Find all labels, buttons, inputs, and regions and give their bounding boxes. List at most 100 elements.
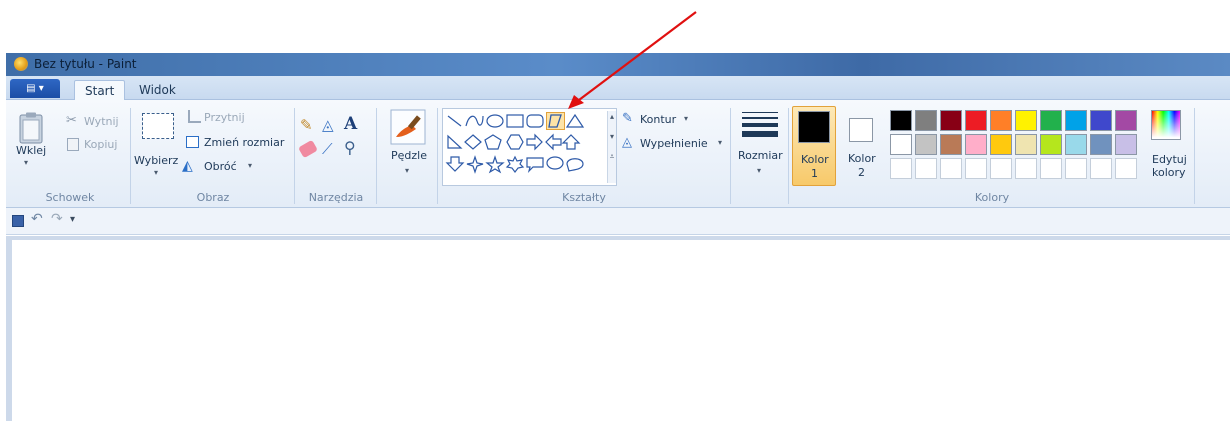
save-icon[interactable] — [12, 215, 24, 227]
color-swatch[interactable] — [1115, 110, 1137, 131]
color-swatch[interactable] — [990, 134, 1012, 155]
color-swatch[interactable] — [940, 110, 962, 131]
diamond-shape-icon — [464, 134, 482, 150]
color-swatch[interactable] — [1015, 134, 1037, 155]
rotate-dropdown-icon[interactable]: ▾ — [248, 161, 252, 170]
tab-start[interactable]: Start — [74, 80, 126, 101]
ribbon-tab-row: ▤ ▾ Start Widok — [6, 76, 1230, 101]
custom-color-slot[interactable] — [1115, 158, 1137, 179]
magnifier-icon[interactable]: ⚲ — [344, 138, 356, 157]
fill-button[interactable]: ◬ Wypełnienie ▾ — [622, 135, 732, 154]
rotate-button[interactable]: ◭ Obróć ▾ — [182, 158, 272, 176]
tab-widok[interactable]: Widok — [129, 80, 186, 101]
eraser-icon[interactable] — [298, 139, 318, 159]
polygon-shape-button-selected[interactable] — [546, 112, 565, 130]
group-separator — [730, 108, 731, 204]
size-dropdown-icon[interactable]: ▾ — [757, 166, 761, 175]
pentagon-shape-icon — [484, 134, 502, 150]
gallery-scroll-down-icon[interactable]: ▾ — [608, 131, 616, 143]
select-rectangle-icon — [142, 113, 174, 139]
custom-color-slot[interactable] — [1015, 158, 1037, 179]
copy-button[interactable]: Kopiuj — [66, 137, 126, 155]
color-swatch[interactable] — [990, 110, 1012, 131]
fill-dropdown-icon[interactable]: ▾ — [718, 138, 722, 147]
canvas-workspace — [6, 236, 1230, 421]
outline-button[interactable]: ✎ Kontur ▾ — [622, 111, 722, 130]
custom-color-slot[interactable] — [1040, 158, 1062, 179]
gallery-expand-icon[interactable]: ⩡ — [608, 151, 616, 163]
color-swatch[interactable] — [1065, 110, 1087, 131]
group-separator — [376, 108, 377, 204]
shapes-gallery-icons — [445, 113, 585, 174]
paste-button[interactable]: Wklej ▾ — [10, 106, 48, 176]
drawing-canvas[interactable] — [12, 240, 1230, 421]
color1-button[interactable]: Kolor 1 — [792, 106, 836, 186]
custom-color-slot[interactable] — [915, 158, 937, 179]
color-swatch[interactable] — [1015, 110, 1037, 131]
color-swatch[interactable] — [1065, 134, 1087, 155]
paste-dropdown-icon[interactable]: ▾ — [24, 158, 28, 167]
up-arrow-shape-icon — [561, 134, 581, 150]
resize-button[interactable]: Zmień rozmiar — [186, 135, 294, 153]
fill-bucket-icon[interactable]: ◬ — [322, 116, 334, 134]
oval-shape-icon — [486, 114, 504, 128]
color-swatch[interactable] — [1040, 110, 1062, 131]
color2-button[interactable]: Kolor 2 — [840, 106, 884, 186]
rotate-icon: ◭ — [182, 158, 193, 174]
select-dropdown-icon[interactable]: ▾ — [154, 168, 158, 177]
color-swatch[interactable] — [965, 110, 987, 131]
size-label: Rozmiar — [738, 149, 783, 162]
text-tool-icon[interactable]: A — [344, 114, 357, 134]
group-separator — [130, 108, 131, 204]
color-swatch[interactable] — [915, 134, 937, 155]
size-button[interactable]: Rozmiar ▾ — [734, 106, 786, 186]
right-arrow-shape-icon — [526, 133, 543, 151]
edit-colors-label: Edytuj — [1152, 153, 1187, 166]
select-label: Wybierz — [134, 154, 179, 167]
color-swatch[interactable] — [890, 110, 912, 131]
color2-label: Kolor — [848, 152, 876, 165]
shapes-gallery-scrollbar[interactable]: ▴ ▾ ⩡ — [607, 111, 616, 183]
redo-icon[interactable]: ↷ — [51, 211, 63, 227]
brushes-button[interactable]: Pędzle ▾ — [384, 106, 432, 186]
undo-icon[interactable]: ↶ — [31, 211, 43, 227]
copy-icon — [67, 138, 79, 151]
color-swatch[interactable] — [1090, 134, 1112, 155]
file-menu-button[interactable]: ▤ ▾ — [10, 79, 60, 98]
paint-app-icon[interactable] — [14, 57, 28, 71]
line-size-icon — [742, 112, 778, 137]
gallery-scroll-up-icon[interactable]: ▴ — [608, 111, 616, 123]
pencil-icon[interactable]: ✎ — [300, 116, 313, 134]
color-swatch[interactable] — [915, 110, 937, 131]
edit-colors-button[interactable]: Edytuj kolory — [1140, 106, 1192, 186]
color-swatch[interactable] — [1115, 134, 1137, 155]
color-swatch[interactable] — [890, 134, 912, 155]
color-swatch[interactable] — [965, 134, 987, 155]
color-swatch[interactable] — [1040, 134, 1062, 155]
edit-colors-label-2: kolory — [1152, 166, 1186, 179]
group-label-schowek: Schowek — [45, 191, 95, 204]
custom-color-slot[interactable] — [1065, 158, 1087, 179]
brushes-dropdown-icon[interactable]: ▾ — [405, 166, 409, 175]
custom-color-slot[interactable] — [1090, 158, 1112, 179]
crop-button[interactable]: Przytnij — [186, 110, 266, 128]
left-arrow-shape-icon — [545, 133, 562, 151]
rounded-callout-shape-icon — [526, 157, 544, 173]
custom-color-slot[interactable] — [965, 158, 987, 179]
customize-qat-icon[interactable]: ▾ — [70, 214, 75, 225]
outline-dropdown-icon[interactable]: ▾ — [684, 114, 688, 123]
color-spectrum-icon — [1151, 110, 1181, 140]
color-swatch[interactable] — [1090, 110, 1112, 131]
custom-color-slot[interactable] — [990, 158, 1012, 179]
color-picker-icon[interactable]: ⟋ — [322, 140, 333, 158]
cut-button[interactable]: ✂ Wytnij — [66, 113, 126, 132]
custom-color-slot[interactable] — [940, 158, 962, 179]
ribbon: Wklej ▾ ✂ Wytnij Kopiuj Schowek Wybierz … — [6, 100, 1230, 208]
shapes-gallery[interactable]: ▴ ▾ ⩡ — [442, 108, 617, 186]
triangle-shape-icon — [565, 113, 585, 128]
color-swatch[interactable] — [940, 134, 962, 155]
rectangle-shape-icon — [506, 114, 524, 128]
custom-color-slot[interactable] — [890, 158, 912, 179]
select-button[interactable]: Wybierz ▾ — [134, 106, 180, 180]
brush-icon — [390, 109, 426, 145]
